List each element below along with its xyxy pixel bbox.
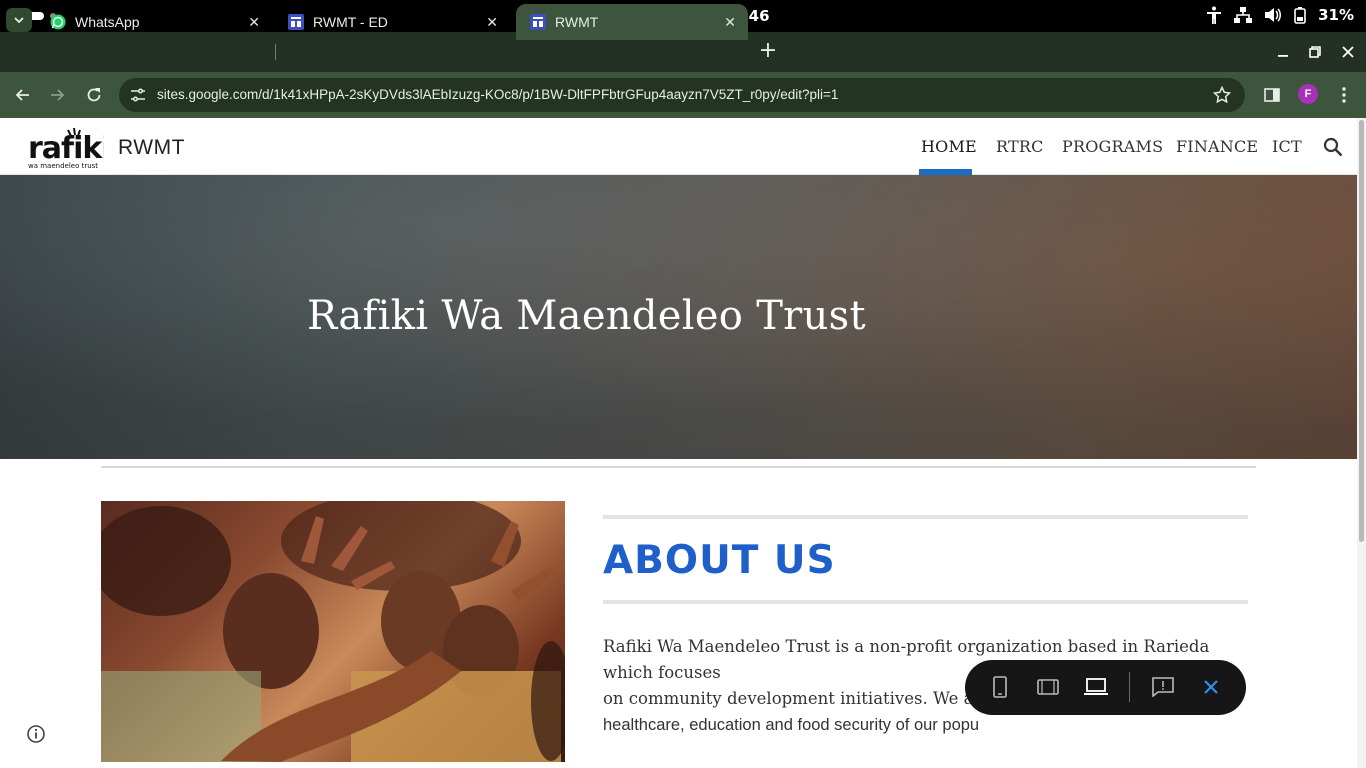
- side-panel-button[interactable]: [1261, 84, 1283, 106]
- more-vert-icon: [1342, 87, 1346, 103]
- site-info-icon[interactable]: [129, 86, 147, 104]
- about-top-rule: [603, 515, 1248, 519]
- nav-rtrc[interactable]: RTRC: [996, 137, 1044, 156]
- url-text[interactable]: sites.google.com/d/1k41xHPpA-2sKyDVds3lA…: [157, 87, 838, 102]
- site-header: rafiki wa maendeleo trust RWMT HOME RTRC…: [0, 118, 1357, 175]
- laptop-preview-button[interactable]: [1083, 674, 1109, 700]
- search-icon: [1323, 137, 1343, 157]
- tab-title: RWMT - ED: [313, 14, 388, 30]
- minimize-icon: [1278, 55, 1288, 57]
- close-tab-icon[interactable]: ✕: [724, 14, 736, 31]
- side-panel-icon: [1264, 88, 1280, 102]
- forward-button[interactable]: [47, 84, 69, 106]
- volume-icon[interactable]: [1264, 7, 1282, 23]
- page-scrollbar[interactable]: [1357, 118, 1366, 768]
- section-divider: [101, 466, 1256, 468]
- address-bar[interactable]: sites.google.com/d/1k41xHPpA-2sKyDVds3lA…: [119, 78, 1245, 112]
- maximize-button[interactable]: [1305, 40, 1325, 64]
- tablet-icon: [1037, 679, 1059, 695]
- info-icon: [27, 725, 45, 743]
- tab-whatsapp[interactable]: WhatsApp ✕: [36, 4, 272, 40]
- site-logo[interactable]: rafiki wa maendeleo trust: [28, 126, 112, 170]
- hero-title: Rafiki Wa Maendeleo Trust: [307, 293, 866, 339]
- phone-icon: [993, 676, 1007, 698]
- close-tab-icon[interactable]: ✕: [486, 14, 498, 31]
- site-info-button[interactable]: [26, 724, 46, 744]
- feedback-button[interactable]: [1150, 674, 1176, 700]
- arrow-back-icon: [15, 89, 29, 101]
- nav-home[interactable]: HOME: [921, 137, 977, 156]
- tablet-preview-button[interactable]: [1035, 674, 1061, 700]
- back-button[interactable]: [11, 84, 33, 106]
- accessibility-icon[interactable]: [1206, 6, 1222, 24]
- minimize-button[interactable]: [1273, 40, 1293, 64]
- reload-button[interactable]: [83, 84, 105, 106]
- children-photo: [101, 501, 565, 762]
- tab-rwmt-ed[interactable]: RWMT - ED ✕: [274, 4, 510, 40]
- reload-icon: [87, 88, 101, 102]
- close-window-button[interactable]: [1338, 40, 1358, 64]
- logo-wordmark: rafiki: [28, 131, 104, 166]
- profile-avatar[interactable]: F: [1298, 84, 1318, 104]
- site-search-button[interactable]: [1322, 136, 1344, 158]
- about-line: healthcare, education and food security …: [603, 716, 980, 734]
- logo-subtext: wa maendeleo trust: [28, 162, 98, 170]
- about-bottom-rule: [603, 600, 1248, 604]
- phone-preview-button[interactable]: [987, 674, 1013, 700]
- browser-menu-button[interactable]: [1333, 84, 1355, 106]
- google-sites-icon: [530, 14, 546, 30]
- close-icon: [1204, 680, 1218, 694]
- battery-icon[interactable]: [1294, 6, 1306, 24]
- site-title[interactable]: RWMT: [118, 136, 185, 160]
- exit-preview-button[interactable]: [1198, 674, 1224, 700]
- google-sites-icon: [288, 14, 304, 30]
- arrow-forward-icon: [51, 89, 65, 101]
- restore-icon: [1309, 46, 1321, 58]
- hero-banner: Rafiki Wa Maendeleo Trust: [0, 175, 1357, 459]
- close-tab-icon[interactable]: ✕: [248, 14, 260, 31]
- tab-separator: [275, 44, 276, 60]
- battery-percent: 31%: [1318, 6, 1354, 24]
- scrollbar-thumb[interactable]: [1359, 120, 1364, 542]
- nav-ict[interactable]: ICT: [1272, 137, 1302, 156]
- tab-title: RWMT: [555, 14, 599, 30]
- preview-device-toolbar: [965, 660, 1246, 715]
- system-tray[interactable]: 31%: [1206, 6, 1354, 24]
- chevron-down-icon: [14, 17, 24, 23]
- network-icon[interactable]: [1234, 7, 1253, 23]
- tab-title: WhatsApp: [75, 14, 140, 30]
- nav-finance[interactable]: FINANCE: [1176, 137, 1258, 156]
- bookmark-star-icon[interactable]: [1213, 86, 1231, 104]
- whatsapp-icon: [50, 14, 66, 30]
- laptop-icon: [1084, 678, 1108, 695]
- tab-search-dropdown[interactable]: [6, 8, 32, 32]
- tab-rwmt[interactable]: RWMT ✕: [516, 4, 748, 40]
- toolbar-separator: [1129, 672, 1130, 702]
- close-icon: [1342, 46, 1354, 58]
- browser-toolbar: sites.google.com/d/1k41xHPpA-2sKyDVds3lA…: [0, 72, 1366, 118]
- about-heading: ABOUT US: [603, 538, 836, 583]
- nav-programs[interactable]: PROGRAMS: [1062, 137, 1163, 156]
- feedback-icon: [1152, 677, 1174, 697]
- new-tab-button[interactable]: +: [758, 40, 778, 64]
